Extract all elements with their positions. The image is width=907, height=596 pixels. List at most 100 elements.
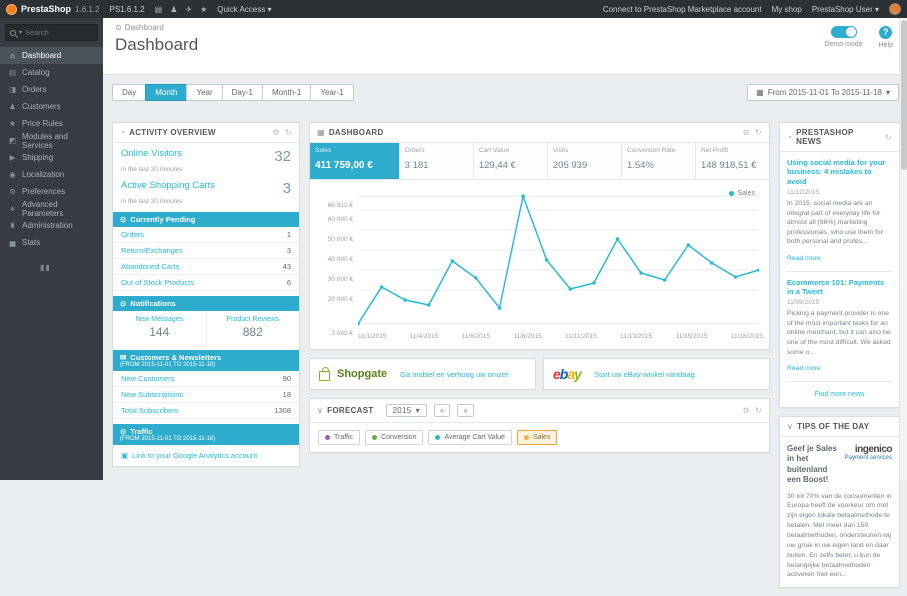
cart-icon[interactable]: ▤ bbox=[155, 5, 163, 14]
new-messages-cell[interactable]: New Messages 144 bbox=[113, 311, 207, 345]
sidebar-item-localization[interactable]: ◉ Localization bbox=[0, 166, 103, 183]
external-link-icon: ▣ bbox=[121, 451, 128, 460]
find-more-news-link[interactable]: Find more news bbox=[787, 388, 892, 403]
sidebar-item-label: Stats bbox=[22, 238, 40, 247]
marketplace-connect-link[interactable]: Connect to PrestaShop Marketplace accoun… bbox=[603, 5, 762, 14]
customers-row-new-customers[interactable]: New Customers 90 bbox=[113, 371, 299, 387]
forecast-chip-average-cart-value[interactable]: Average Cart Value bbox=[428, 430, 511, 445]
kpi-conversion-rate[interactable]: Conversion Rate 1.54% bbox=[622, 143, 696, 179]
range-year-button[interactable]: Year bbox=[186, 84, 222, 101]
sidebar-item-administration[interactable]: ♜ Administration bbox=[0, 217, 103, 234]
demo-mode-toggle[interactable] bbox=[831, 26, 857, 38]
refresh-icon[interactable]: ↻ bbox=[755, 128, 762, 137]
quick-access-menu[interactable]: Quick Access ▾ bbox=[217, 5, 271, 14]
range-day-button[interactable]: Day bbox=[112, 84, 146, 101]
forecast-chip-sales[interactable]: Sales bbox=[517, 430, 558, 445]
row-label[interactable]: Orders bbox=[121, 230, 144, 239]
gear-icon[interactable]: ⚙ bbox=[273, 128, 280, 137]
sidebar-item-customers[interactable]: ♟ Customers bbox=[0, 98, 103, 115]
customers-subtitle: (FROM 2015-11-01 TO 2015-11-18) bbox=[120, 362, 292, 368]
orders-icon: ◨ bbox=[8, 85, 17, 94]
kpi-orders[interactable]: Orders 3 181 bbox=[400, 143, 474, 179]
sidebar-item-modules[interactable]: ◩ Modules and Services bbox=[0, 132, 103, 149]
sidebar-collapse-button[interactable]: ▮▮ bbox=[40, 263, 103, 272]
row-label[interactable]: Total Subscribers bbox=[121, 406, 179, 415]
search-input[interactable] bbox=[25, 28, 93, 37]
row-label[interactable]: Return/Exchanges bbox=[121, 246, 183, 255]
scrollbar-thumb[interactable] bbox=[901, 20, 907, 170]
row-label[interactable]: Abandoned Carts bbox=[121, 262, 179, 271]
refresh-icon[interactable]: ↻ bbox=[755, 406, 762, 415]
page-scrollbar[interactable] bbox=[899, 18, 907, 480]
kpi-cart-value[interactable]: Cart Value 129,44 € bbox=[474, 143, 548, 179]
news-article-title[interactable]: Using social media for your business: 4 … bbox=[787, 158, 892, 186]
prestashop-news-panel: ◔ PRESTASHOP NEWS ↻ Using social media f… bbox=[779, 122, 900, 408]
date-range-picker[interactable]: ▦ From 2015-11-01 To 2015-11-18 ▾ bbox=[747, 84, 899, 101]
forecast-panel: ∨ FORECAST 2015 ▾ « » ⚙ ↻ Traffic bbox=[309, 398, 770, 453]
customers-row-total-subscribers[interactable]: Total Subscribers 1308 bbox=[113, 403, 299, 419]
help-icon[interactable]: ? bbox=[879, 26, 892, 39]
sidebar-search[interactable]: ▾ bbox=[5, 24, 98, 41]
sidebar-item-catalog[interactable]: ▤ Catalog bbox=[0, 64, 103, 81]
forecast-chip-traffic[interactable]: Traffic bbox=[318, 430, 360, 445]
sidebar-item-orders[interactable]: ◨ Orders bbox=[0, 81, 103, 98]
y-axis-label: 66 912 € bbox=[328, 202, 353, 209]
sidebar-item-label: Dashboard bbox=[22, 51, 61, 60]
shopgate-link[interactable]: Ga mobiel en verhoog uw omzet bbox=[400, 370, 508, 379]
forecast-chip-conversion[interactable]: Conversion bbox=[365, 430, 423, 445]
traffic-header: ⊙ Traffic (FROM 2015-11-01 TO 2015-11-18… bbox=[113, 424, 299, 445]
prestashop-brand[interactable]: PrestaShop 1.6.1.2 bbox=[6, 4, 99, 15]
chip-label: Traffic bbox=[334, 434, 353, 441]
row-label[interactable]: New Customers bbox=[121, 374, 174, 383]
sidebar-item-preferences[interactable]: ⚙ Preferences bbox=[0, 183, 103, 200]
forecast-next-button[interactable]: » bbox=[457, 404, 473, 417]
row-label[interactable]: New Subscriptions bbox=[121, 390, 183, 399]
range-day-1-button[interactable]: Day-1 bbox=[222, 84, 263, 101]
plane-icon[interactable]: ✈ bbox=[185, 5, 192, 14]
read-more-link[interactable]: Read more bbox=[787, 255, 821, 262]
forecast-year-select[interactable]: 2015 ▾ bbox=[386, 404, 427, 417]
pending-row-abandoned-carts[interactable]: Abandoned Carts 43 bbox=[113, 259, 299, 275]
range-year-1-button[interactable]: Year-1 bbox=[310, 84, 353, 101]
row-label[interactable]: Out of Stock Products bbox=[121, 278, 194, 287]
news-article-title[interactable]: Ecommerce 101: Payments in a Tweet bbox=[787, 278, 892, 297]
x-axis-label: 11/4/2015 bbox=[410, 333, 438, 340]
kpi-net-profit[interactable]: Net Profit 148 918,51 € bbox=[696, 143, 769, 179]
person-icon[interactable]: ♟ bbox=[170, 5, 177, 14]
sidebar-item-dashboard[interactable]: ⌂ Dashboard bbox=[0, 47, 103, 64]
kpi-sales[interactable]: Sales 411 759,00 € bbox=[310, 143, 400, 179]
ebay-link[interactable]: Start uw eBay-winkel vandaag bbox=[594, 370, 695, 379]
online-visitors-link[interactable]: Online Visitors bbox=[121, 148, 182, 159]
user-avatar[interactable] bbox=[889, 3, 901, 15]
pending-row-orders[interactable]: Orders 1 bbox=[113, 227, 299, 243]
range-month-button[interactable]: Month bbox=[145, 84, 187, 101]
active-carts-value: 3 bbox=[283, 180, 291, 197]
pending-row-out-of-stock[interactable]: Out of Stock Products 6 bbox=[113, 275, 299, 291]
product-reviews-cell[interactable]: Product Reviews 882 bbox=[207, 311, 300, 345]
refresh-icon[interactable]: ↻ bbox=[285, 128, 292, 137]
sales-chart-svg bbox=[358, 190, 759, 330]
search-caret-icon[interactable]: ▾ bbox=[19, 29, 22, 36]
news-icon: ◔ bbox=[787, 133, 792, 142]
traffic-dot-icon bbox=[325, 435, 330, 440]
shop-tag[interactable]: PS1.6.1.2 bbox=[109, 5, 144, 14]
user-menu[interactable]: PrestaShop User ▾ bbox=[812, 5, 879, 14]
pending-row-returns[interactable]: Return/Exchanges 3 bbox=[113, 243, 299, 259]
sidebar-item-price-rules[interactable]: ★ Price Rules bbox=[0, 115, 103, 132]
y-axis-label: 60 000 € bbox=[328, 216, 353, 223]
gear-icon[interactable]: ⚙ bbox=[743, 406, 750, 415]
refresh-icon[interactable]: ↻ bbox=[885, 133, 892, 142]
customers-row-new-subscriptions[interactable]: New Subscriptions 18 bbox=[113, 387, 299, 403]
active-carts-link[interactable]: Active Shopping Carts bbox=[121, 180, 215, 191]
read-more-link[interactable]: Read more bbox=[787, 365, 821, 372]
star-icon[interactable]: ★ bbox=[200, 5, 207, 14]
kpi-visits[interactable]: Visits 205 939 bbox=[548, 143, 622, 179]
forecast-prev-button[interactable]: « bbox=[434, 404, 450, 417]
google-analytics-link[interactable]: Link to your Google Analytics account bbox=[132, 451, 257, 460]
range-month-1-button[interactable]: Month-1 bbox=[262, 84, 311, 101]
gear-icon[interactable]: ⚙ bbox=[743, 128, 750, 137]
sidebar-item-advanced-parameters[interactable]: ∗ Advanced Parameters bbox=[0, 200, 103, 217]
sidebar-item-shipping[interactable]: ▶ Shipping bbox=[0, 149, 103, 166]
sidebar-item-stats[interactable]: ▅ Stats bbox=[0, 234, 103, 251]
my-shop-link[interactable]: My shop bbox=[772, 5, 802, 14]
